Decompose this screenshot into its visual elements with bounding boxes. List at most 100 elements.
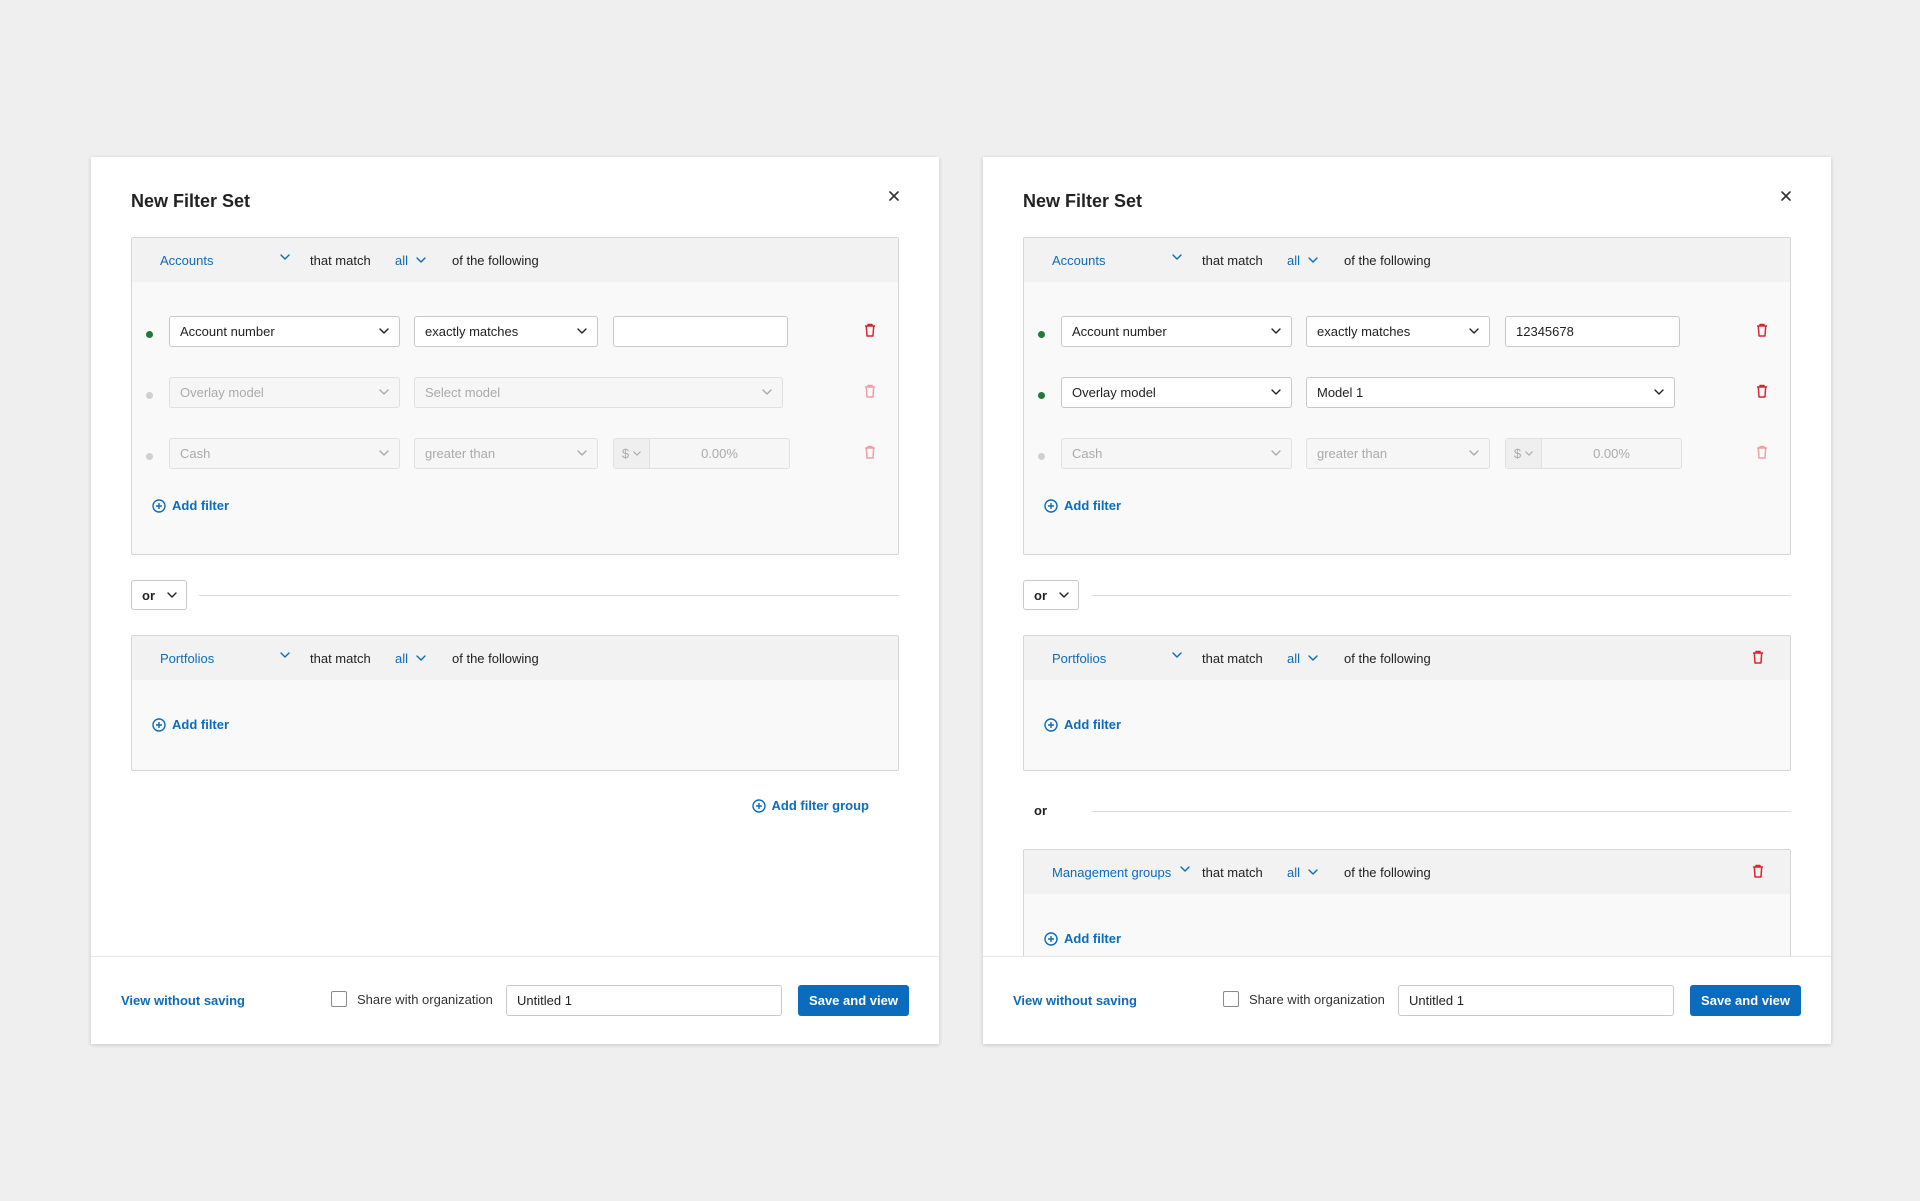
chevron-down-icon [1180,866,1190,872]
value-input[interactable] [613,316,788,347]
filter-set-name-input[interactable]: Untitled 1 [506,985,782,1016]
trash-icon[interactable] [864,445,876,459]
filter-set-modal-right: New Filter Set Accounts that match all o… [983,157,1831,1044]
trash-icon[interactable] [1756,323,1768,337]
trash-icon[interactable] [1756,445,1768,459]
status-dot [1038,392,1045,399]
filter-set-name-input[interactable]: Untitled 1 [1398,985,1674,1016]
trash-icon[interactable] [1756,384,1768,398]
currency-select[interactable]: $ [614,439,650,468]
field-label: Cash [1072,446,1103,461]
percent-input[interactable]: $ 0.00% [1505,438,1682,469]
filter-group-portfolios: Portfolios that match all of the followi… [1023,635,1791,771]
modal-title: New Filter Set [131,191,251,211]
chevron-down-icon [1525,451,1533,456]
or-label: or [1034,803,1047,818]
percent-input[interactable]: $ 0.00% [613,438,790,469]
field-label: Account number [1072,324,1167,339]
trash-icon[interactable] [864,384,876,398]
close-button[interactable] [1776,186,1796,206]
currency-select[interactable]: $ [1506,439,1542,468]
or-label: or [142,587,155,603]
add-filter-label: Add filter [1064,498,1122,513]
percent-placeholder: 0.00% [701,446,738,461]
view-without-saving-link[interactable]: View without saving [1013,993,1137,1008]
save-and-view-button[interactable]: Save and view [1690,985,1801,1016]
plus-circle-icon [1044,718,1058,732]
entity-select[interactable]: Management groups [1052,850,1182,894]
operator-select[interactable]: greater than [414,438,598,469]
or-separator: or [131,555,899,635]
filter-row: Overlay model Select model [132,377,898,438]
match-mode-select[interactable]: all [395,238,426,282]
add-filter-label: Add filter [1064,717,1122,732]
trash-icon[interactable] [1752,864,1764,878]
match-mode-label: all [1287,650,1301,666]
share-checkbox[interactable] [1223,991,1239,1007]
match-mode-select[interactable]: all [395,636,426,680]
save-and-view-button[interactable]: Save and view [798,985,909,1016]
chevron-down-icon [633,451,641,456]
filter-row: Cash greater than $ 0.00% [1024,438,1790,499]
chevron-down-icon [1059,592,1069,598]
field-select[interactable]: Overlay model [1061,377,1292,408]
that-match-label: that match [1202,252,1263,268]
of-following-label: of the following [1344,650,1431,666]
chevron-down-icon [1271,450,1281,456]
status-dot [1038,331,1045,338]
operator-select[interactable]: exactly matches [414,316,598,347]
model-placeholder: Select model [425,385,501,400]
or-select[interactable]: or [131,580,187,610]
model-select[interactable]: Model 1 [1306,377,1675,408]
or-separator: or [1023,555,1791,635]
group-body: Account number exactly matches 12345678 … [1024,282,1790,513]
operator-label: greater than [1317,446,1388,461]
share-label: Share with organization [1249,991,1385,1007]
field-select[interactable]: Cash [169,438,400,469]
plus-circle-icon [152,499,166,513]
operator-select[interactable]: greater than [1306,438,1490,469]
field-select[interactable]: Overlay model [169,377,400,408]
entity-select[interactable]: Portfolios [160,636,290,680]
field-select[interactable]: Account number [169,316,400,347]
entity-select[interactable]: Portfolios [1052,636,1182,680]
chevron-down-icon [1172,652,1182,658]
chevron-down-icon [1308,655,1318,661]
trash-icon[interactable] [1752,650,1764,664]
divider [1091,811,1791,812]
match-mode-select[interactable]: all [1287,850,1318,894]
value-input[interactable]: 12345678 [1505,316,1680,347]
add-filter-group-button[interactable]: Add filter group [752,798,869,813]
match-mode-select[interactable]: all [1287,636,1318,680]
chevron-down-icon [416,257,426,263]
chevron-down-icon [1308,257,1318,263]
operator-select[interactable]: exactly matches [1306,316,1490,347]
status-dot [1038,453,1045,460]
currency-label: $ [1513,446,1522,461]
add-filter-button[interactable]: Add filter [152,498,229,513]
add-filter-button[interactable]: Add filter [152,717,229,732]
of-following-label: of the following [1344,252,1431,268]
add-filter-button[interactable]: Add filter [1044,931,1121,946]
trash-icon[interactable] [864,323,876,337]
match-mode-select[interactable]: all [1287,238,1318,282]
entity-select[interactable]: Accounts [1052,238,1182,282]
add-filter-button[interactable]: Add filter [1044,498,1121,513]
plus-circle-icon [1044,499,1058,513]
match-mode-label: all [1287,252,1301,268]
field-select[interactable]: Cash [1061,438,1292,469]
field-select[interactable]: Account number [1061,316,1292,347]
chevron-down-icon [762,389,772,395]
add-filter-button[interactable]: Add filter [1044,717,1121,732]
or-select[interactable]: or [1023,580,1079,610]
group-header: Management groups that match all of the … [1024,850,1790,894]
entity-select[interactable]: Accounts [160,238,290,282]
operator-label: greater than [425,446,496,461]
share-option: Share with organization [1223,991,1385,1007]
model-select[interactable]: Select model [414,377,783,408]
view-without-saving-link[interactable]: View without saving [121,993,245,1008]
share-checkbox[interactable] [331,991,347,1007]
entity-label: Portfolios [160,650,215,666]
filter-row: Account number exactly matches 12345678 [1024,316,1790,377]
close-button[interactable] [884,186,904,206]
